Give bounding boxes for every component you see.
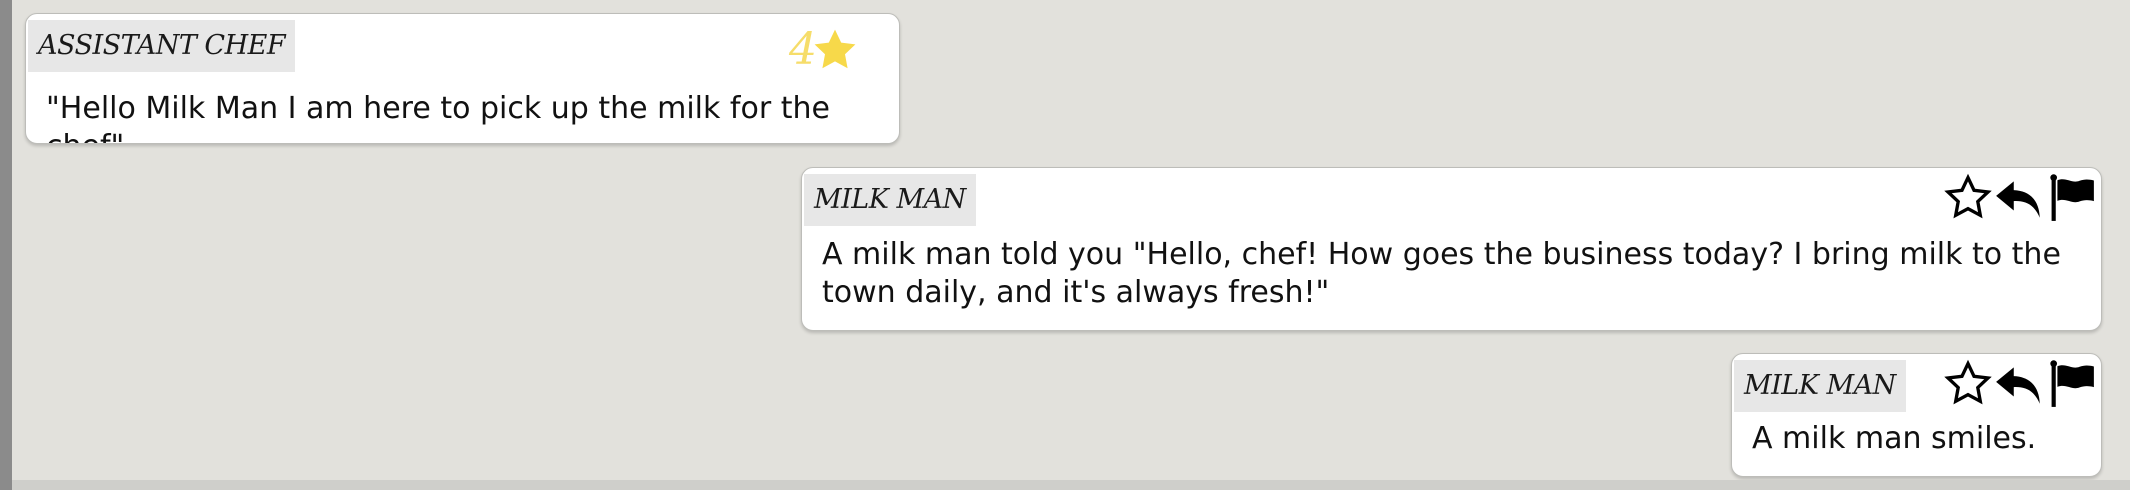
message-bubble-assistant-chef: ASSISTANT CHEF 4 "Hello Milk Man I am he… [25,13,900,144]
star-outline-icon[interactable] [1943,173,1993,223]
message-rating: 4 [789,22,859,78]
bottom-bar [12,480,2130,490]
message-actions [1943,356,2097,412]
message-text: A milk man told you "Hello, chef! How go… [822,237,2061,310]
left-rail [0,0,12,490]
star-outline-icon[interactable] [1943,359,1993,409]
message-text: A milk man smiles. [1752,421,2037,456]
speaker-tag: MILK MAN [1734,360,1906,412]
message-text: "Hello Milk Man I am here to pick up the… [46,91,830,143]
reply-icon[interactable] [1993,173,2047,223]
speaker-tag: ASSISTANT CHEF [28,20,296,72]
flag-icon[interactable] [2047,359,2097,409]
message-bubble-milk-man: MILK MAN A milk man told you "Hello, che… [801,167,2102,331]
message-actions [1943,170,2097,226]
message-bubble-milk-man: MILK MAN A milk man smiles. [1731,353,2102,477]
reply-icon[interactable] [1993,359,2047,409]
filled-star-icon [811,26,859,74]
flag-icon[interactable] [2047,173,2097,223]
speaker-tag: MILK MAN [804,174,976,226]
